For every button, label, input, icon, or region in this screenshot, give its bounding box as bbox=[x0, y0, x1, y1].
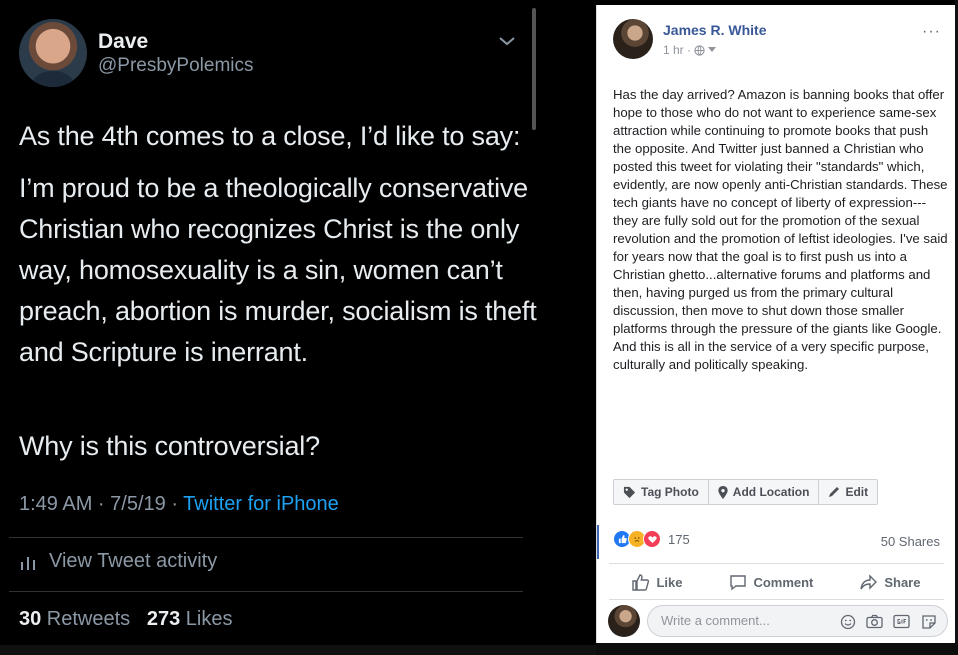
post-time-label[interactable]: 1 hr · bbox=[663, 43, 691, 57]
emoji-icon[interactable] bbox=[839, 613, 856, 630]
post-timestamp: 1 hr · bbox=[663, 43, 717, 57]
tag-photo-label: Tag Photo bbox=[641, 485, 699, 499]
tweet-stats: 30 Retweets 273 Likes bbox=[19, 608, 232, 631]
tweet-text-paragraph: As the 4th comes to a close, I’d like to… bbox=[19, 121, 521, 151]
share-label: Share bbox=[884, 574, 921, 590]
divider bbox=[9, 537, 523, 538]
view-tweet-activity-label: View Tweet activity bbox=[49, 550, 218, 572]
comment-input[interactable] bbox=[659, 612, 823, 629]
likes-stat[interactable]: 273 Likes bbox=[147, 608, 233, 630]
divider bbox=[609, 599, 944, 600]
facebook-post: James R. White 1 hr · ··· Has the day ar… bbox=[596, 5, 956, 643]
globe-icon[interactable] bbox=[694, 44, 705, 56]
camera-icon[interactable] bbox=[866, 613, 883, 630]
post-actions: Like Comment Share bbox=[609, 568, 944, 596]
chevron-down-icon[interactable] bbox=[497, 34, 517, 48]
location-pin-icon bbox=[718, 485, 728, 499]
sticker-icon[interactable] bbox=[920, 613, 937, 630]
tweet-text-paragraph: Why is this controversial? bbox=[19, 431, 320, 461]
likes-label: Likes bbox=[180, 608, 233, 630]
divider bbox=[609, 563, 944, 564]
more-options-icon[interactable]: ··· bbox=[922, 23, 941, 41]
photo-actions-bar: Tag Photo Add Location Edit bbox=[613, 479, 879, 505]
like-label: Like bbox=[656, 574, 683, 590]
add-location-button[interactable]: Add Location bbox=[709, 480, 820, 504]
shares-count[interactable]: 50 Shares bbox=[881, 534, 940, 549]
caret-down-icon[interactable] bbox=[708, 47, 717, 53]
tweet-author-avatar[interactable] bbox=[19, 19, 87, 87]
tweet-meta: 1:49 AM · 7/5/19 · Twitter for iPhone bbox=[19, 493, 339, 516]
comment-tools bbox=[839, 613, 937, 630]
scrollbar[interactable] bbox=[532, 8, 536, 130]
tweet-author-handle[interactable]: @PresbyPolemics bbox=[98, 55, 254, 77]
post-body: Has the day arrived? Amazon is banning b… bbox=[613, 87, 948, 372]
reactions-summary[interactable]: 175 bbox=[613, 530, 690, 548]
reactions-count: 175 bbox=[668, 531, 690, 547]
gif-icon[interactable] bbox=[893, 613, 910, 630]
tweet-author-name[interactable]: Dave bbox=[98, 30, 148, 54]
tweet-panel: Dave @PresbyPolemics As the 4th comes to… bbox=[0, 0, 596, 655]
accent-bar bbox=[597, 525, 599, 559]
tweet-timestamp[interactable]: 1:49 AM · 7/5/19 · bbox=[19, 493, 183, 515]
background-strip bbox=[596, 643, 958, 655]
love-reaction-icon bbox=[643, 530, 661, 548]
tweet-text-paragraph: I’m proud to be a theologically conserva… bbox=[19, 173, 537, 367]
divider bbox=[9, 591, 523, 592]
edit-label: Edit bbox=[845, 485, 869, 499]
post-author-name[interactable]: James R. White bbox=[663, 22, 766, 38]
comment-bubble-icon bbox=[730, 574, 747, 590]
retweets-stat[interactable]: 30 Retweets bbox=[19, 608, 130, 630]
background-strip bbox=[0, 645, 596, 655]
tag-icon bbox=[623, 486, 636, 498]
add-location-label: Add Location bbox=[732, 485, 810, 499]
share-button[interactable]: Share bbox=[860, 568, 920, 596]
tweet-client-link[interactable]: Twitter for iPhone bbox=[183, 493, 339, 515]
retweets-count: 30 bbox=[19, 608, 42, 630]
comment-label: Comment bbox=[753, 574, 814, 590]
like-button[interactable]: Like bbox=[632, 568, 682, 596]
post-author-avatar[interactable] bbox=[613, 19, 653, 59]
comment-box[interactable] bbox=[647, 605, 948, 637]
pencil-icon bbox=[829, 487, 840, 497]
commenter-avatar[interactable] bbox=[608, 605, 640, 637]
view-tweet-activity-link[interactable]: View Tweet activity bbox=[19, 550, 217, 573]
comment-button[interactable]: Comment bbox=[729, 568, 813, 596]
retweets-label: Retweets bbox=[41, 608, 131, 630]
tag-photo-button[interactable]: Tag Photo bbox=[614, 480, 709, 504]
thumbs-up-icon bbox=[632, 573, 650, 591]
likes-count: 273 bbox=[146, 608, 181, 630]
edit-button[interactable]: Edit bbox=[819, 480, 877, 504]
bar-chart-icon bbox=[21, 556, 35, 570]
share-arrow-icon bbox=[860, 573, 878, 590]
